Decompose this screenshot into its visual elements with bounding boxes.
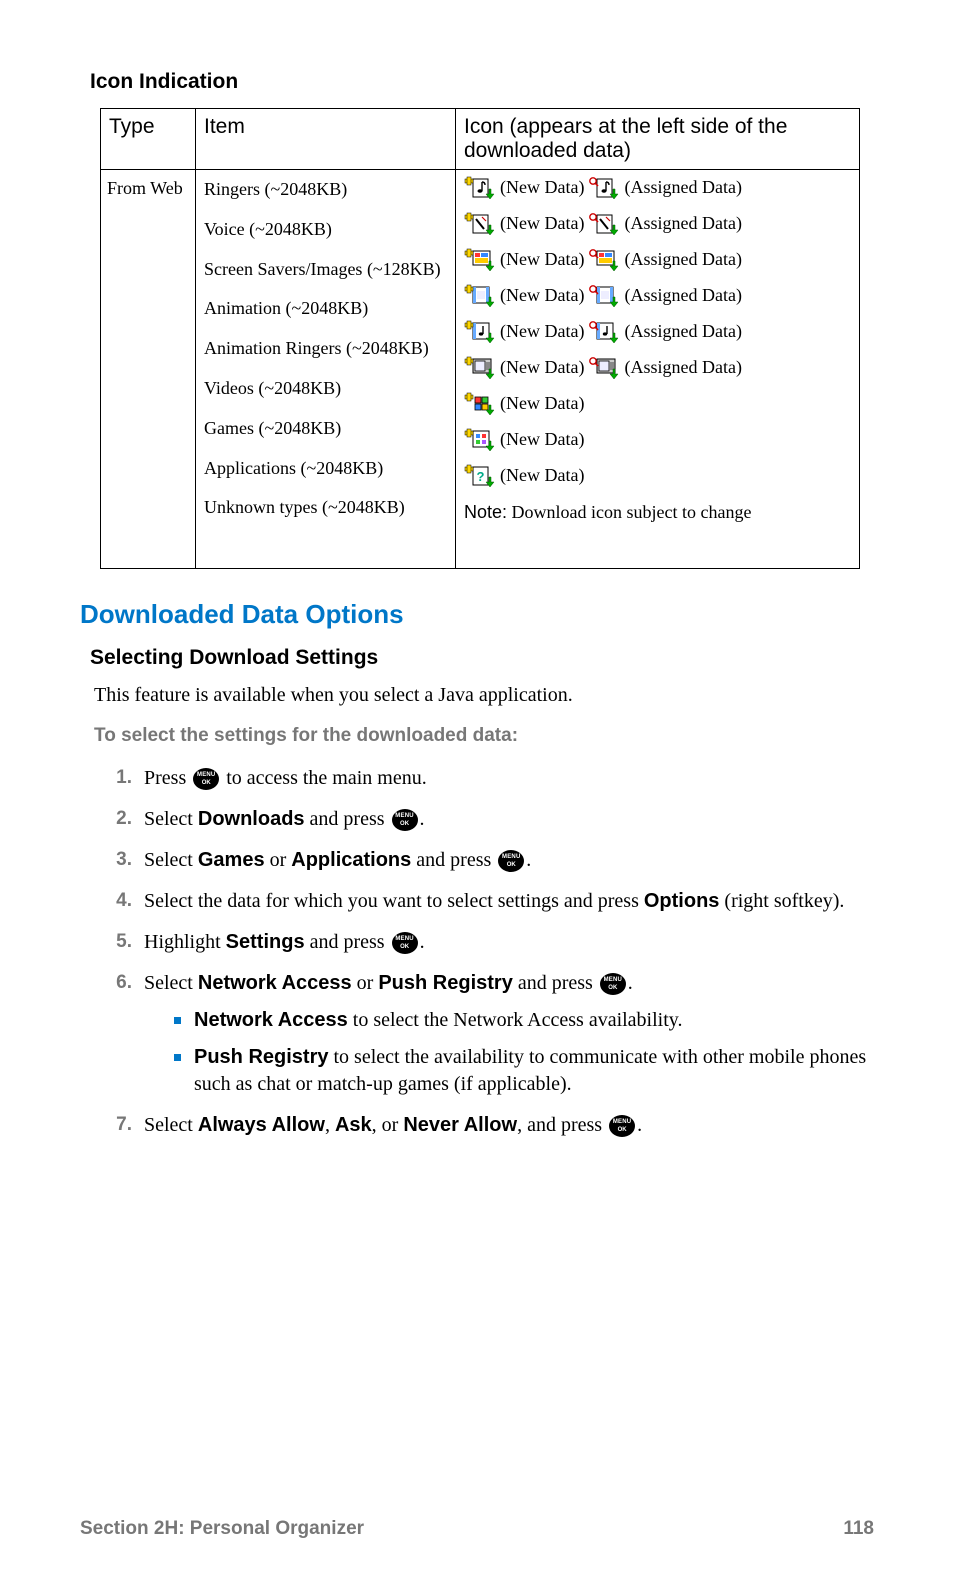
icon-cell: (New Data) (Assigned Data) — [456, 350, 859, 386]
step-6: Select Network Access or Push Registry a… — [102, 970, 874, 1098]
item-cell: Unknown types (~2048KB) — [196, 488, 455, 528]
assigned-data-label: (Assigned Data) — [624, 178, 741, 198]
item-cell: Ringers (~2048KB) — [196, 170, 455, 210]
item-cell: Animation Ringers (~2048KB) — [196, 329, 455, 369]
data-type-icon — [464, 428, 496, 452]
new-data-label: (New Data) — [500, 178, 584, 198]
heading-icon-indication: Icon Indication — [90, 70, 874, 94]
data-type-icon — [464, 356, 496, 380]
footer-page: 118 — [843, 1518, 874, 1540]
steps-list: Press to access the main menu. Select Do… — [102, 765, 874, 1139]
step-3: Select Games or Applications and press . — [102, 847, 874, 874]
assigned-data-label: (Assigned Data) — [624, 286, 741, 306]
icon-cell: ? (New Data) — [456, 458, 859, 494]
new-data-label: (New Data) — [500, 394, 584, 414]
sub-push-registry: Push Registry to select the availability… — [174, 1044, 874, 1098]
item-cell: Applications (~2048KB) — [196, 449, 455, 489]
type-cell: From Web — [101, 170, 196, 569]
menu-ok-icon — [392, 932, 418, 954]
step-4: Select the data for which you want to se… — [102, 888, 874, 915]
item-cell: Games (~2048KB) — [196, 409, 455, 449]
heading-selecting-download-settings: Selecting Download Settings — [90, 646, 874, 670]
assigned-data-label: (Assigned Data) — [624, 214, 741, 234]
data-type-icon — [588, 320, 620, 344]
assigned-data-label: (Assigned Data) — [624, 322, 741, 342]
data-type-icon — [588, 356, 620, 380]
icon-cell: (New Data) (Assigned Data) — [456, 170, 859, 206]
icon-cell: (New Data) (Assigned Data) — [456, 242, 859, 278]
data-type-icon — [588, 212, 620, 236]
th-icon: Icon (appears at the left side of the do… — [456, 109, 860, 170]
icon-cell: (New Data) — [456, 386, 859, 422]
data-type-icon — [588, 176, 620, 200]
icons-column: (New Data) (Assigned Data) (New Data) (A… — [456, 170, 860, 569]
icon-cell: (New Data) (Assigned Data) — [456, 206, 859, 242]
new-data-label: (New Data) — [500, 286, 584, 306]
step-7: Select Always Allow, Ask, or Never Allow… — [102, 1112, 874, 1139]
item-cell: Videos (~2048KB) — [196, 369, 455, 409]
new-data-label: (New Data) — [500, 430, 584, 450]
note-label: Note: — [464, 502, 507, 522]
data-type-icon — [588, 248, 620, 272]
menu-ok-icon — [392, 809, 418, 831]
new-data-label: (New Data) — [500, 250, 584, 270]
step-2: Select Downloads and press . — [102, 806, 874, 833]
data-type-icon — [464, 392, 496, 416]
data-type-icon — [588, 284, 620, 308]
new-data-label: (New Data) — [500, 466, 584, 486]
page-footer: Section 2H: Personal Organizer 118 — [80, 1518, 874, 1540]
data-type-icon: ? — [464, 464, 496, 488]
icon-cell: (New Data) (Assigned Data) — [456, 314, 859, 350]
data-type-icon — [464, 284, 496, 308]
assigned-data-label: (Assigned Data) — [624, 358, 741, 378]
icon-cell: (New Data) (Assigned Data) — [456, 278, 859, 314]
data-type-icon — [464, 248, 496, 272]
step-1: Press to access the main menu. — [102, 765, 874, 792]
note-text: Download icon subject to change — [507, 502, 751, 522]
menu-ok-icon — [600, 973, 626, 995]
menu-ok-icon — [498, 850, 524, 872]
data-type-icon — [464, 320, 496, 344]
note-row: Note: Download icon subject to change — [456, 494, 859, 531]
th-type: Type — [101, 109, 196, 170]
data-type-icon — [464, 176, 496, 200]
item-cell-blank — [196, 528, 455, 568]
th-item: Item — [196, 109, 456, 170]
new-data-label: (New Data) — [500, 358, 584, 378]
new-data-label: (New Data) — [500, 322, 584, 342]
step-5: Highlight Settings and press . — [102, 929, 874, 956]
icon-indication-table: Type Item Icon (appears at the left side… — [100, 108, 860, 569]
items-column: Ringers (~2048KB)Voice (~2048KB)Screen S… — [196, 170, 456, 569]
step-6-sublist: Network Access to select the Network Acc… — [174, 1007, 874, 1098]
svg-text:?: ? — [477, 469, 485, 484]
item-cell: Voice (~2048KB) — [196, 210, 455, 250]
menu-ok-icon — [609, 1115, 635, 1137]
new-data-label: (New Data) — [500, 214, 584, 234]
icon-cell: (New Data) — [456, 422, 859, 458]
heading-downloaded-data-options: Downloaded Data Options — [80, 599, 874, 630]
assigned-data-label: (Assigned Data) — [624, 250, 741, 270]
sub-network-access: Network Access to select the Network Acc… — [174, 1007, 874, 1034]
menu-ok-icon — [193, 768, 219, 790]
footer-section: Section 2H: Personal Organizer — [80, 1518, 364, 1540]
item-cell: Animation (~2048KB) — [196, 289, 455, 329]
lead-line: To select the settings for the downloade… — [94, 725, 874, 747]
intro-paragraph: This feature is available when you selec… — [94, 684, 874, 707]
data-type-icon — [464, 212, 496, 236]
item-cell: Screen Savers/Images (~128KB) — [196, 250, 455, 290]
